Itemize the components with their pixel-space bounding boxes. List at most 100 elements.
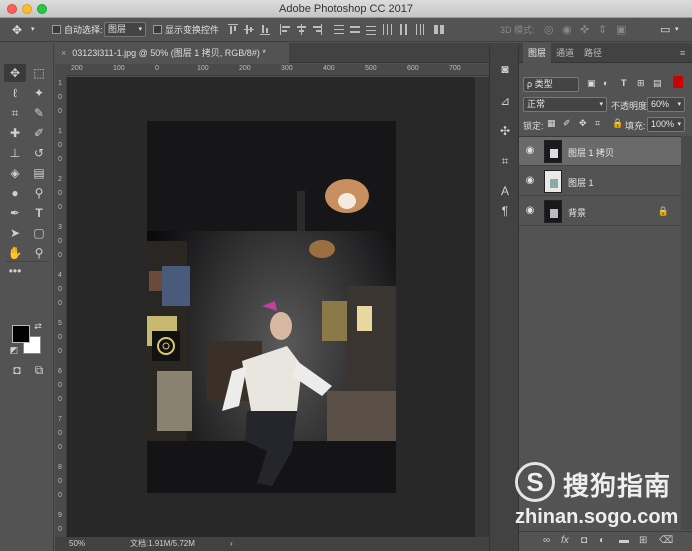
- visibility-eye-icon[interactable]: ◉: [524, 175, 536, 187]
- clone-stamp-tool-icon[interactable]: ⊥: [4, 144, 26, 162]
- close-tab-icon[interactable]: ×: [61, 48, 66, 58]
- eraser-tool-icon[interactable]: ◈: [4, 164, 26, 182]
- status-menu-chevron-icon[interactable]: ›: [230, 537, 233, 551]
- ruler-tick-label: 0: [58, 382, 62, 389]
- tab-channels[interactable]: 通道: [551, 43, 579, 63]
- hand-tool-icon[interactable]: ✋: [4, 244, 26, 262]
- chevron-down-icon: ▾: [677, 121, 681, 128]
- tab-layers[interactable]: 图层: [523, 43, 552, 63]
- history-brush-tool-icon[interactable]: ↺: [28, 144, 50, 162]
- auto-select-dropdown[interactable]: 图层 ▾: [104, 22, 146, 37]
- layer-name[interactable]: 图层 1: [568, 176, 594, 189]
- layer-row-background[interactable]: ◉ 背景 🔒: [519, 197, 681, 226]
- document-tab[interactable]: × 03123l311-1.jpg @ 50% (图层 1 拷贝, RGB/8#)…: [55, 43, 289, 63]
- visibility-eye-icon[interactable]: ◉: [524, 205, 536, 217]
- plugins-panel-icon[interactable]: ✣: [497, 123, 513, 139]
- distribute-right-icon[interactable]: [414, 24, 424, 35]
- filter-shape-icon[interactable]: ⊞: [637, 78, 645, 89]
- move-tool-icon[interactable]: ✥: [4, 64, 26, 82]
- fill-input[interactable]: 100% ▾: [647, 117, 685, 132]
- auto-align-icon[interactable]: [434, 24, 444, 35]
- layer-name[interactable]: 背景: [568, 206, 586, 219]
- layer-row-copy[interactable]: ◉ 图层 1 拷贝: [519, 137, 681, 166]
- curves-panel-icon[interactable]: ⊿: [497, 93, 513, 109]
- foreground-color-swatch[interactable]: [12, 325, 30, 343]
- filter-smart-object-icon[interactable]: ▤: [653, 78, 662, 89]
- lock-all-icon[interactable]: 🔒: [612, 118, 623, 129]
- blur-tool-icon[interactable]: ●: [4, 184, 26, 202]
- panel-menu-icon[interactable]: ≡: [675, 43, 690, 63]
- 3d-roll-icon[interactable]: ◉: [562, 23, 572, 37]
- filter-adjustment-icon[interactable]: ◐: [603, 78, 608, 88]
- brush-tool-icon[interactable]: ✐: [28, 124, 50, 142]
- workspace-icon[interactable]: ▭: [660, 23, 670, 37]
- lock-artboard-icon[interactable]: ⌗: [595, 118, 600, 129]
- path-selection-tool-icon[interactable]: ➤: [4, 224, 26, 242]
- align-hcenter-icon[interactable]: [296, 24, 306, 35]
- properties-panel-icon[interactable]: ◙: [497, 61, 513, 77]
- distribute-top-icon[interactable]: [334, 24, 344, 35]
- visibility-eye-icon[interactable]: ◉: [524, 145, 536, 157]
- layer-filter-dropdown[interactable]: ρ 类型: [523, 77, 579, 92]
- blend-mode-value: 正常: [527, 99, 546, 109]
- marquee-tool-icon[interactable]: ⬚: [28, 64, 50, 82]
- 3d-slide-icon[interactable]: ⇕: [598, 23, 607, 37]
- ruler-tick-label: 0: [155, 65, 159, 72]
- tool-preset-chevron-icon[interactable]: ▾: [31, 23, 35, 37]
- zoom-tool-icon[interactable]: ⚲: [28, 244, 50, 262]
- auto-select-value: 图层: [108, 24, 127, 34]
- dodge-tool-icon[interactable]: ⚲: [28, 184, 50, 202]
- auto-select-checkbox[interactable]: [52, 25, 61, 34]
- crop-tool-icon[interactable]: ⌗: [4, 104, 26, 122]
- move-tool-icon[interactable]: ✥: [12, 23, 22, 37]
- ruler-tick-label: 0: [58, 190, 62, 197]
- distribute-left-icon[interactable]: [382, 24, 392, 35]
- edit-toolbar-icon[interactable]: •••: [4, 262, 26, 280]
- tab-paths[interactable]: 路径: [579, 43, 607, 63]
- healing-brush-tool-icon[interactable]: ✚: [4, 124, 26, 142]
- layer-row-1[interactable]: ◉ 图层 1: [519, 167, 681, 196]
- align-vcenter-icon[interactable]: [244, 24, 254, 35]
- filter-toggle-icon[interactable]: [673, 76, 683, 88]
- character-panel-icon[interactable]: A: [497, 183, 513, 199]
- gradient-tool-icon[interactable]: ▤: [28, 164, 50, 182]
- screen-mode-icon[interactable]: ⧉: [28, 361, 50, 379]
- type-tool-icon[interactable]: T: [28, 204, 50, 222]
- filter-label: ρ 类型: [527, 79, 553, 89]
- align-left-icon[interactable]: [280, 24, 290, 35]
- lock-position-icon[interactable]: ✥: [579, 118, 587, 129]
- distribute-hcenter-icon[interactable]: [398, 24, 408, 35]
- magic-wand-tool-icon[interactable]: ✦: [28, 84, 50, 102]
- eyedropper-tool-icon[interactable]: ✎: [28, 104, 50, 122]
- show-transform-checkbox[interactable]: [153, 25, 162, 34]
- opacity-input[interactable]: 60% ▾: [647, 97, 685, 112]
- pen-tool-icon[interactable]: ✒: [4, 204, 26, 222]
- default-colors-icon[interactable]: ◩: [8, 344, 20, 356]
- vertical-scrollbar[interactable]: [475, 77, 489, 537]
- crop-panel-icon[interactable]: ⌗: [497, 153, 513, 169]
- filter-pixel-icon[interactable]: ▣: [587, 78, 596, 89]
- 3d-pan-icon[interactable]: ✜: [580, 23, 589, 37]
- lock-transparent-icon[interactable]: ▦: [547, 118, 556, 129]
- distribute-vcenter-icon[interactable]: [350, 24, 360, 35]
- paragraph-panel-icon[interactable]: ¶: [497, 203, 513, 219]
- align-top-icon[interactable]: [228, 24, 238, 35]
- align-bottom-icon[interactable]: [260, 24, 270, 35]
- quick-mask-mode-icon[interactable]: ◘: [6, 361, 28, 379]
- lasso-tool-icon[interactable]: ℓ: [4, 84, 26, 102]
- blend-mode-dropdown[interactable]: 正常 ▾: [523, 97, 607, 112]
- zoom-level[interactable]: 50%: [69, 537, 85, 551]
- lock-image-icon[interactable]: ✐: [563, 118, 571, 129]
- ruler-vertical: 100100200300400500600700800900: [55, 76, 67, 537]
- document-image[interactable]: [147, 121, 396, 493]
- swap-colors-icon[interactable]: ⇄: [32, 320, 44, 332]
- 3d-scale-icon[interactable]: ▣: [616, 23, 626, 37]
- shape-tool-icon[interactable]: ▢: [28, 224, 50, 242]
- 3d-orbit-icon[interactable]: ◎: [544, 23, 554, 37]
- filter-type-icon[interactable]: T: [621, 78, 627, 88]
- fill-label: 填充:: [625, 121, 646, 131]
- align-right-icon[interactable]: [312, 24, 322, 35]
- workspace-chevron-icon[interactable]: ▾: [675, 23, 679, 37]
- distribute-bottom-icon[interactable]: [366, 24, 376, 35]
- layer-name[interactable]: 图层 1 拷贝: [568, 146, 614, 159]
